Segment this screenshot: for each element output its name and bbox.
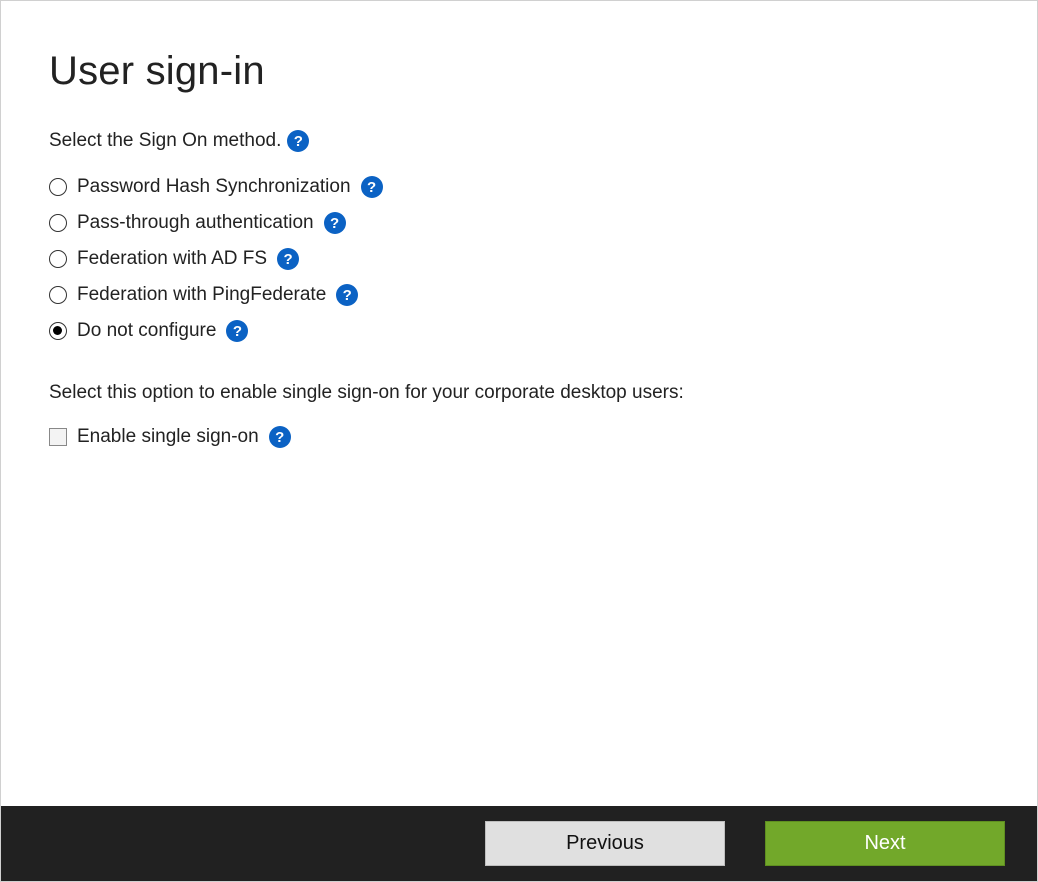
help-icon[interactable]: ? — [226, 320, 248, 342]
next-button[interactable]: Next — [765, 821, 1005, 866]
enable-sso-checkbox[interactable] — [49, 428, 67, 446]
help-icon[interactable]: ? — [361, 176, 383, 198]
help-icon[interactable]: ? — [287, 130, 309, 152]
radio-row-pingfederate: Federation with PingFederate ? — [49, 284, 989, 306]
radio-label: Do not configure — [77, 320, 216, 342]
help-icon[interactable]: ? — [336, 284, 358, 306]
radio-label: Password Hash Synchronization — [77, 176, 351, 198]
radio-label: Federation with PingFederate — [77, 284, 326, 306]
previous-button[interactable]: Previous — [485, 821, 725, 866]
sign-on-radio-group: Password Hash Synchronization ? Pass-thr… — [49, 176, 989, 342]
radio-row-adfs: Federation with AD FS ? — [49, 248, 989, 270]
footer-bar: Previous Next — [1, 806, 1037, 881]
radio-password-hash[interactable] — [49, 178, 67, 196]
help-icon[interactable]: ? — [324, 212, 346, 234]
radio-label: Federation with AD FS — [77, 248, 267, 270]
sign-on-prompt: Select the Sign On method. ? — [49, 130, 989, 152]
sso-checkbox-row: Enable single sign-on ? — [49, 426, 989, 448]
radio-row-password-hash: Password Hash Synchronization ? — [49, 176, 989, 198]
sso-description: Select this option to enable single sign… — [49, 382, 989, 404]
radio-pass-through[interactable] — [49, 214, 67, 232]
page-title: User sign-in — [49, 49, 989, 94]
radio-adfs[interactable] — [49, 250, 67, 268]
radio-pingfederate[interactable] — [49, 286, 67, 304]
radio-row-do-not-configure: Do not configure ? — [49, 320, 989, 342]
enable-sso-label: Enable single sign-on — [77, 426, 259, 448]
radio-label: Pass-through authentication — [77, 212, 314, 234]
radio-row-pass-through: Pass-through authentication ? — [49, 212, 989, 234]
help-icon[interactable]: ? — [277, 248, 299, 270]
radio-do-not-configure[interactable] — [49, 322, 67, 340]
help-icon[interactable]: ? — [269, 426, 291, 448]
sign-on-prompt-text: Select the Sign On method. — [49, 130, 281, 152]
